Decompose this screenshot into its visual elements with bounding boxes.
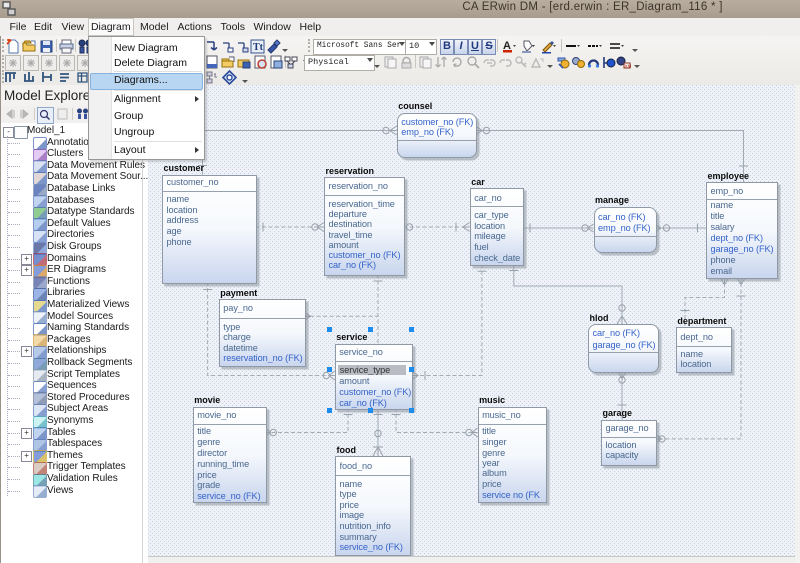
svg-text:Tt: Tt [253,42,264,53]
svg-text:XML: XML [625,64,632,69]
